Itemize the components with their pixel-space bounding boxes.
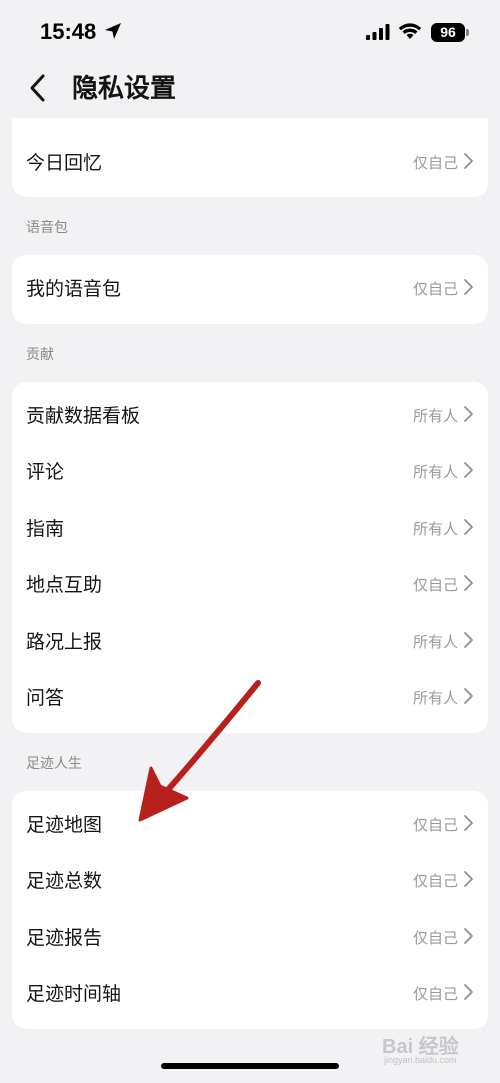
setting-label: 地点互助 [26, 574, 103, 597]
setting-label: 足迹报告 [26, 926, 103, 949]
page-title: 隐私设置 [72, 74, 177, 104]
chevron-right-icon [462, 405, 474, 427]
visibility-value: 仅自己 [412, 985, 458, 1004]
section-header: 足迹人生 [26, 755, 82, 772]
settings-row[interactable]: 指南 所有人 [12, 501, 488, 558]
setting-label: 足迹地图 [26, 813, 103, 836]
chevron-right-icon [462, 574, 474, 596]
visibility-value: 仅自己 [412, 576, 458, 595]
chevron-right-icon [462, 870, 474, 892]
status-bar: 15:48 96 [0, 0, 500, 64]
settings-row[interactable]: 足迹总数 仅自己 [12, 853, 488, 910]
visibility-value: 仅自己 [412, 872, 458, 891]
visibility-value: 仅自己 [412, 928, 458, 947]
chevron-right-icon [462, 983, 474, 1005]
settings-row[interactable]: 今日回忆 仅自己 [12, 135, 488, 192]
section-header: 贡献 [26, 346, 54, 363]
visibility-value: 所有人 [412, 406, 458, 425]
visibility-value: 所有人 [412, 463, 458, 482]
battery-indicator: 96 [431, 23, 465, 42]
settings-row[interactable]: 路况上报 所有人 [12, 614, 488, 671]
visibility-value: 仅自己 [412, 280, 458, 299]
settings-row[interactable]: 评论 所有人 [12, 444, 488, 501]
settings-card: 点亮角落仅自己今日回忆 仅自己 [12, 118, 488, 197]
settings-card: 足迹地图 仅自己 足迹总数 仅自己 足迹报告 仅自己 足迹时间轴 仅自己 [12, 790, 488, 1029]
chevron-right-icon [462, 631, 474, 653]
chevron-right-icon [462, 814, 474, 836]
settings-row[interactable]: 足迹报告 仅自己 [12, 910, 488, 967]
status-time: 15:48 [40, 19, 97, 44]
visibility-value: 仅自己 [412, 153, 458, 172]
watermark-url: jingyan.baidu.com [384, 1055, 457, 1065]
visibility-value: 所有人 [412, 632, 458, 651]
chevron-right-icon [462, 687, 474, 709]
setting-label: 我的语音包 [26, 278, 122, 301]
setting-label: 指南 [26, 517, 65, 540]
settings-list: 点亮角落仅自己今日回忆仅自己语音包我的语音包仅自己贡献贡献数据看板所有人评论所有… [0, 118, 500, 1029]
settings-list-viewport[interactable]: 点亮角落仅自己今日回忆仅自己语音包我的语音包仅自己贡献贡献数据看板所有人评论所有… [0, 118, 500, 1083]
settings-row[interactable]: 足迹时间轴 仅自己 [12, 966, 488, 1023]
settings-row[interactable]: 点亮角落仅自己 [12, 118, 488, 135]
settings-row[interactable]: 地点互助 仅自己 [12, 557, 488, 614]
setting-label: 评论 [26, 461, 65, 484]
settings-row[interactable]: 贡献数据看板 所有人 [12, 388, 488, 445]
cellular-signal-icon [366, 24, 390, 40]
setting-label: 问答 [26, 687, 65, 710]
setting-label: 路况上报 [26, 630, 103, 653]
visibility-value: 所有人 [412, 519, 458, 538]
settings-row[interactable]: 足迹地图 仅自己 [12, 797, 488, 854]
settings-row[interactable]: 我的语音包 仅自己 [12, 261, 488, 318]
settings-row[interactable]: 问答 所有人 [12, 670, 488, 727]
chevron-right-icon [462, 278, 474, 300]
setting-label: 贡献数据看板 [26, 404, 141, 427]
battery-cap [466, 29, 469, 36]
visibility-value: 所有人 [412, 689, 458, 708]
chevron-right-icon [462, 927, 474, 949]
section-header: 语音包 [26, 220, 68, 236]
setting-label: 足迹总数 [26, 870, 103, 893]
chevron-right-icon [462, 152, 474, 174]
location-arrow-icon [105, 23, 121, 39]
settings-card: 我的语音包 仅自己 [12, 255, 488, 324]
wifi-icon [398, 23, 422, 39]
chevron-right-icon [462, 518, 474, 540]
chevron-right-icon [462, 461, 474, 483]
setting-label: 足迹时间轴 [26, 983, 122, 1006]
back-chevron-icon[interactable] [26, 73, 50, 103]
visibility-value: 仅自己 [412, 815, 458, 834]
home-indicator[interactable] [161, 1063, 339, 1069]
settings-card: 贡献数据看板 所有人 评论 所有人 指南 所有人 地点互助 仅自己 路况上报 所有人 问答 所有人 [12, 381, 488, 733]
setting-label: 今日回忆 [26, 151, 103, 174]
